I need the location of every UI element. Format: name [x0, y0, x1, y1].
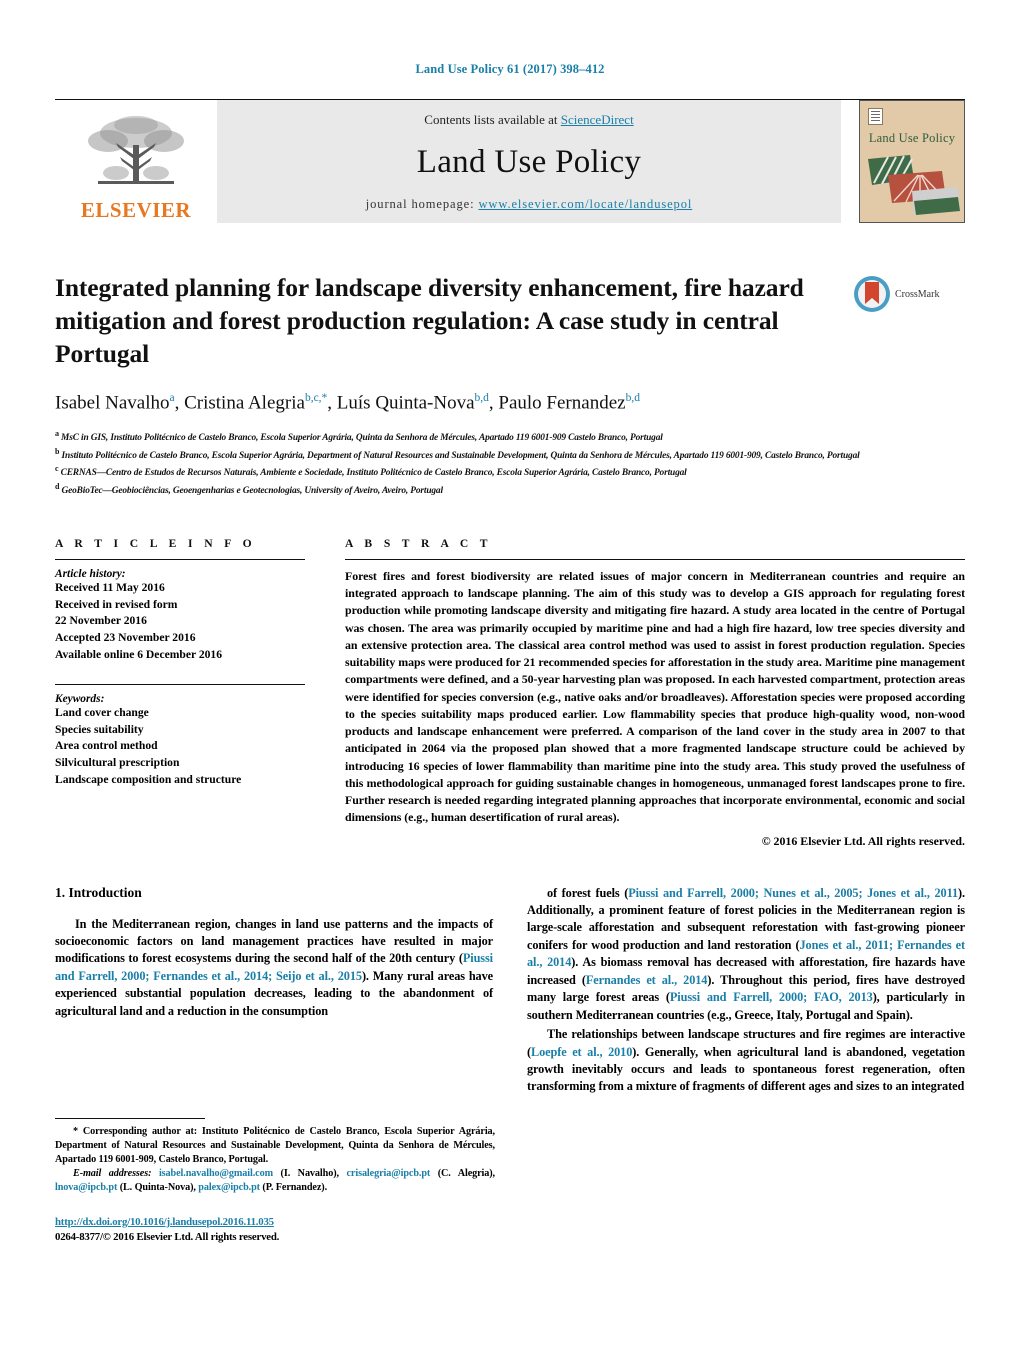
divider: [55, 558, 305, 560]
abstract-column: A B S T R A C T Forest fires and forest …: [345, 537, 965, 849]
cover-journal-title: Land Use Policy: [868, 131, 956, 145]
journal-cover-thumbnail: Land Use Policy: [859, 100, 965, 223]
article-info-heading: A R T I C L E I N F O: [55, 536, 257, 550]
page-title: Integrated planning for landscape divers…: [55, 273, 804, 369]
keyword-item: Area control method: [55, 739, 158, 753]
elsevier-wordmark: ELSEVIER: [80, 198, 192, 222]
intro-paragraph-left: In the Mediterranean region, changes in …: [55, 916, 494, 1018]
affiliation: c CERNAS—Centro de Estudos de Recursos N…: [55, 464, 687, 479]
affiliation-list: a MsC in GIS, Instituto Politécnico de C…: [55, 428, 965, 499]
homepage-prefix: journal homepage:: [365, 197, 479, 211]
keyword-item: Landscape composition and structure: [55, 772, 242, 786]
article-history-item: Received in revised form: [55, 597, 178, 611]
body-columns: 1. Introduction In the Mediterranean reg…: [55, 885, 965, 1096]
contents-prefix: Contents lists available at: [424, 112, 561, 127]
info-abstract-section: A R T I C L E I N F O Article history: R…: [55, 537, 965, 849]
affiliation-mark: b: [55, 446, 60, 456]
footnote-divider: [55, 1118, 205, 1119]
abstract-copyright: © 2016 Elsevier Ltd. All rights reserved…: [761, 833, 965, 848]
article-history-item: 22 November 2016: [55, 614, 147, 628]
journal-title: Land Use Policy: [416, 144, 642, 180]
intro-paragraph-right-2: The relationships between landscape stru…: [527, 1027, 966, 1094]
cover-publisher-mark-icon: [868, 108, 883, 125]
abstract-heading: A B S T R A C T: [345, 536, 492, 550]
issn-copyright-line: 0264-8377/© 2016 Elsevier Ltd. All right…: [55, 1231, 280, 1243]
affiliation: d GeoBioTec—Geobiociências, Geoengenhari…: [55, 482, 443, 497]
keyword-item: Silvicultural prescription: [55, 756, 180, 770]
author-list: Isabel Navalhoa, Cristina Alegriab,c,*, …: [55, 392, 640, 414]
journal-masthead: ELSEVIER Contents lists available at Sci…: [55, 99, 965, 223]
masthead-center: Contents lists available at ScienceDirec…: [217, 100, 841, 223]
email-addresses-note: E-mail addresses: isabel.navalho@gmail.c…: [55, 1168, 496, 1194]
elsevier-logo: ELSEVIER: [55, 100, 217, 223]
affiliation-mark: a: [55, 428, 59, 438]
doi-link[interactable]: http://dx.doi.org/10.1016/j.landusepol.2…: [55, 1216, 274, 1228]
divider: [55, 683, 305, 685]
footnote-block: * Corresponding author at: Instituto Pol…: [55, 1118, 495, 1195]
crossmark-icon: [854, 276, 890, 312]
body-column-right: of forest fuels (Piussi and Farrell, 200…: [527, 885, 965, 1096]
corresponding-author-note: * Corresponding author at: Instituto Pol…: [55, 1126, 495, 1166]
elsevier-tree-icon: [88, 116, 184, 184]
article-history-list: Received 11 May 2016 Received in revised …: [55, 580, 305, 664]
section-title-introduction: 1. Introduction: [55, 884, 142, 900]
affiliation-mark: d: [55, 482, 60, 491]
article-history-item: Received 11 May 2016: [55, 580, 165, 594]
title-block: Integrated planning for landscape divers…: [55, 271, 965, 499]
article-info-column: A R T I C L E I N F O Article history: R…: [55, 537, 305, 849]
bottom-block: http://dx.doi.org/10.1016/j.landusepol.2…: [55, 1212, 515, 1243]
intro-paragraph-right-1: of forest fuels (Piussi and Farrell, 200…: [527, 885, 965, 1022]
keyword-item: Land cover change: [55, 705, 149, 719]
body-column-left: 1. Introduction In the Mediterranean reg…: [55, 885, 493, 1096]
crossmark-label: CrossMark: [895, 288, 940, 300]
running-head: Land Use Policy 61 (2017) 398–412: [415, 62, 605, 76]
affiliation: b Instituto Politécnico de Castelo Branc…: [55, 446, 860, 461]
article-history-item: Available online 6 December 2016: [55, 647, 223, 661]
keywords-label: Keywords:: [55, 692, 105, 705]
contents-line: Contents lists available at ScienceDirec…: [424, 112, 633, 128]
journal-homepage-link[interactable]: www.elsevier.com/locate/landusepol: [478, 197, 692, 211]
abstract-text: Forest fires and forest biodiversity are…: [345, 568, 965, 825]
affiliation-mark: c: [55, 464, 59, 474]
cover-artwork: [868, 155, 960, 215]
article-page: Land Use Policy 61 (2017) 398–412 ELSEVI…: [0, 0, 1020, 1351]
affiliation: a MsC in GIS, Instituto Politécnico de C…: [55, 428, 663, 443]
journal-homepage-line: journal homepage: www.elsevier.com/locat…: [366, 197, 692, 212]
article-history-label: Article history:: [55, 567, 126, 580]
divider: [345, 558, 965, 560]
article-history-item: Accepted 23 November 2016: [55, 631, 196, 645]
sciencedirect-link[interactable]: ScienceDirect: [561, 112, 634, 127]
crossmark-badge[interactable]: CrossMark: [853, 275, 965, 313]
keyword-item: Species suitability: [55, 722, 144, 736]
keywords-list: Land cover change Species suitability Area…: [55, 705, 305, 789]
